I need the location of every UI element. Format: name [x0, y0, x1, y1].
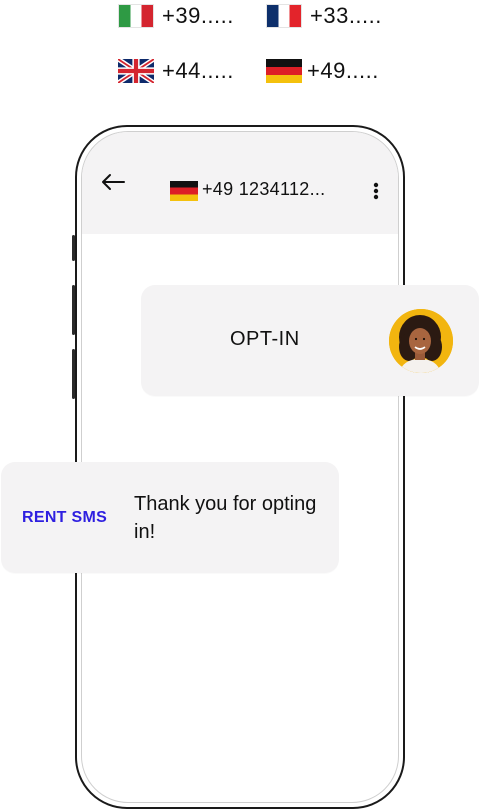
woman-avatar-icon	[389, 309, 453, 373]
country-code-label: +49.....	[307, 58, 379, 83]
france-flag-icon	[266, 4, 302, 28]
contact-phone-number: +49 1234112...	[202, 179, 326, 199]
message-text: Thank you for opting in!	[134, 493, 317, 543]
germany-flag-icon	[170, 181, 198, 201]
country-code-germany: +49.....	[266, 58, 379, 84]
sender-name: RENT SMS	[22, 509, 108, 526]
message-bubble-outgoing: OPT-IN	[141, 285, 479, 396]
arrow-left-icon[interactable]	[100, 172, 126, 192]
chat-header: +49 1234112...	[82, 132, 398, 234]
message-text: OPT-IN	[230, 328, 300, 350]
phone-side-button	[72, 349, 75, 399]
germany-flag-icon	[266, 59, 302, 83]
phone-side-button	[72, 285, 75, 335]
message-bubble-incoming: RENT SMS Thank you for opting in!	[1, 462, 339, 573]
country-code-italy: +39.....	[118, 3, 234, 29]
country-code-label: +39.....	[162, 3, 234, 28]
country-code-label: +44.....	[162, 58, 234, 83]
phone-side-button	[72, 235, 75, 261]
country-code-label: +33.....	[310, 3, 382, 28]
country-code-uk: +44.....	[118, 58, 234, 84]
country-code-france: +33.....	[266, 3, 382, 29]
italy-flag-icon	[118, 4, 154, 28]
more-vertical-icon[interactable]	[372, 181, 380, 201]
uk-flag-icon	[118, 59, 154, 83]
